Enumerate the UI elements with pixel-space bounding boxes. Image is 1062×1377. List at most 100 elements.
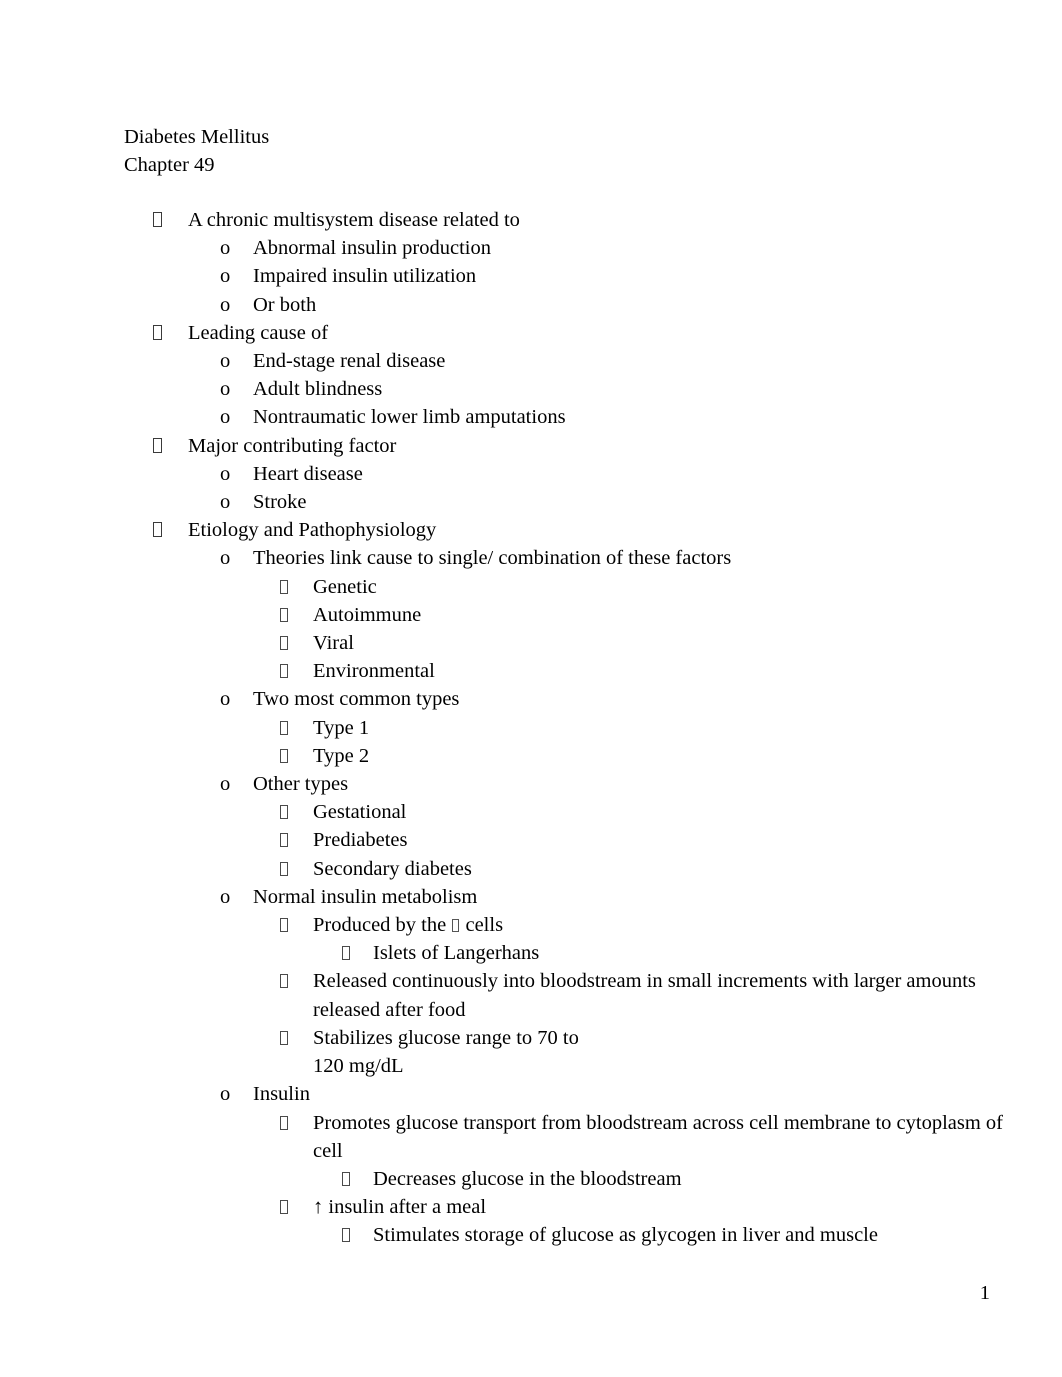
list-item-label: Produced by the cells [313, 911, 1062, 939]
bullet-missing-glyph-icon [280, 1024, 288, 1052]
list-item: Released continuously into bloodstream i… [0, 967, 1062, 1023]
list-item: Etiology and Pathophysiology [0, 516, 1062, 544]
bullet-o-icon: o [220, 406, 231, 429]
bullet-missing-glyph-icon [153, 206, 162, 234]
list-item-label: Environmental [313, 660, 435, 683]
list-item: o Or both [0, 291, 1062, 319]
list-item-label: Adult blindness [253, 378, 383, 401]
bullet-o-icon: o [220, 1083, 231, 1106]
list-item-label: Insulin [253, 1083, 310, 1106]
beta-missing-glyph-icon [452, 919, 460, 933]
list-item-label: Impaired insulin utilization [253, 265, 477, 288]
bullet-o-icon: o [220, 293, 231, 316]
page-number: 1 [979, 1282, 990, 1304]
list-item: Leading cause of [0, 319, 1062, 347]
bullet-missing-glyph-icon [280, 657, 288, 685]
bullet-missing-glyph-icon [280, 601, 288, 629]
list-item-label: Or both [253, 293, 317, 316]
list-item-label: Genetic [313, 575, 377, 598]
list-item: Stimulates storage of glucose as glycoge… [0, 1221, 1062, 1249]
list-item-label: Released continuously into bloodstream i… [313, 970, 976, 1021]
list-item-label: Type 1 [313, 716, 370, 739]
list-item-label: Decreases glucose in the bloodstream [373, 1167, 682, 1190]
list-item: o Theories link cause to single/ combina… [0, 544, 1062, 572]
list-item: o Normal insulin metabolism [0, 883, 1062, 911]
list-item: Environmental [0, 657, 1062, 685]
list-item-label: Two most common types [253, 688, 460, 711]
list-item: Secondary diabetes [0, 855, 1062, 883]
list-item-label: Stroke [253, 491, 307, 514]
list-item: o Other types [0, 770, 1062, 798]
list-item-label: Gestational [313, 801, 407, 824]
list-item: o Adult blindness [0, 375, 1062, 403]
list-item-label: Islets of Langerhans [373, 942, 540, 965]
list-item: Major contributing factor [0, 432, 1062, 460]
bullet-o-icon: o [220, 265, 231, 288]
list-item-label: Promotes glucose transport from bloodstr… [313, 1111, 1003, 1162]
bullet-missing-glyph-icon [280, 911, 288, 939]
list-item-label: Abnormal insulin production [253, 237, 492, 260]
document-chapter: Chapter 49 [124, 153, 215, 176]
list-item: Genetic [0, 573, 1062, 601]
bullet-missing-glyph-icon [342, 939, 350, 967]
list-item-label: Stabilizes glucose range to 70 to 120 mg… [313, 1024, 1062, 1080]
list-item: Promotes glucose transport from bloodstr… [0, 1109, 1062, 1165]
list-item-label: Heart disease [253, 462, 363, 485]
list-item: Islets of Langerhans [0, 939, 1062, 967]
list-item-label: Etiology and Pathophysiology [188, 519, 437, 542]
list-item: Autoimmune [0, 601, 1062, 629]
bullet-o-icon: o [220, 885, 231, 908]
list-item: Decreases glucose in the bloodstream [0, 1165, 1062, 1193]
list-item: o Heart disease [0, 460, 1062, 488]
bullet-missing-glyph-icon [280, 826, 288, 854]
list-item: o Insulin [0, 1080, 1062, 1108]
list-item: ↑ insulin after a meal [0, 1193, 1062, 1221]
text-after-beta-symbol: cells [460, 914, 504, 937]
list-item: Produced by the cells [0, 911, 1062, 939]
list-item-label: Other types [253, 773, 349, 796]
list-item: o Stroke [0, 488, 1062, 516]
list-item-label: ↑ insulin after a meal [313, 1196, 487, 1219]
list-item: Viral [0, 629, 1062, 657]
outline-list: A chronic multisystem disease related to… [0, 206, 1062, 1250]
list-item-label-line2: 120 mg/dL [313, 1055, 404, 1078]
document-title: Diabetes Mellitus [124, 126, 270, 148]
bullet-o-icon: o [220, 773, 231, 796]
bullet-o-icon: o [220, 350, 231, 373]
bullet-missing-glyph-icon [280, 855, 288, 883]
bullet-missing-glyph-icon [280, 798, 288, 826]
list-item-label: Prediabetes [313, 829, 408, 852]
list-item: Prediabetes [0, 826, 1062, 854]
bullet-missing-glyph-icon [153, 319, 162, 347]
list-item-label: Theories link cause to single/ combinati… [253, 547, 732, 570]
list-item-label: Leading cause of [188, 321, 329, 344]
bullet-o-icon: o [220, 688, 231, 711]
bullet-missing-glyph-icon [342, 1165, 350, 1193]
list-item: o End-stage renal disease [0, 347, 1062, 375]
bullet-missing-glyph-icon [280, 742, 288, 770]
list-item: Stabilizes glucose range to 70 to 120 mg… [0, 1024, 1062, 1080]
bullet-missing-glyph-icon [342, 1221, 350, 1249]
list-item-label: Secondary diabetes [313, 857, 472, 880]
list-item: o Nontraumatic lower limb amputations [0, 403, 1062, 431]
document-heading: Diabetes Mellitus Chapter 49 [124, 124, 924, 179]
list-item: Gestational [0, 798, 1062, 826]
bullet-missing-glyph-icon [280, 967, 288, 995]
list-item-label: A chronic multisystem disease related to [188, 209, 520, 231]
bullet-missing-glyph-icon [280, 629, 288, 657]
bullet-missing-glyph-icon [280, 573, 288, 601]
list-item-label: End-stage renal disease [253, 350, 446, 373]
list-item-label-line1: Stabilizes glucose range to 70 to [313, 1026, 579, 1049]
list-item-label: Nontraumatic lower limb amputations [253, 406, 566, 429]
list-item-label: Major contributing factor [188, 434, 397, 457]
bullet-o-icon: o [220, 237, 231, 260]
list-item-label: Viral [313, 632, 354, 655]
list-item-label: Normal insulin metabolism [253, 885, 478, 908]
bullet-o-icon: o [220, 547, 231, 570]
bullet-missing-glyph-icon [280, 1109, 288, 1137]
bullet-missing-glyph-icon [280, 714, 288, 742]
bullet-missing-glyph-icon [153, 516, 162, 544]
list-item: o Two most common types [0, 685, 1062, 713]
bullet-o-icon: o [220, 378, 231, 401]
bullet-missing-glyph-icon [153, 432, 162, 460]
